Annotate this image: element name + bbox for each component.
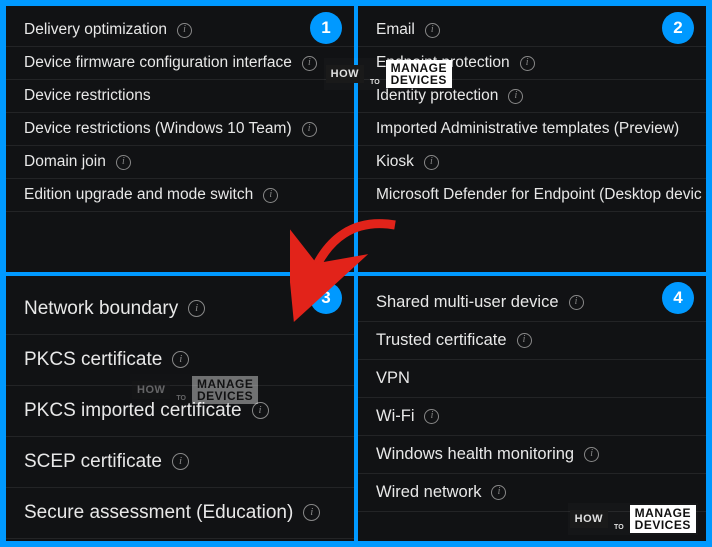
profile-type-label: Wi-Fi	[376, 407, 414, 426]
profile-type-item[interactable]: Delivery optimization i	[6, 14, 354, 47]
profile-type-item[interactable]: Device firmware configuration interface i	[6, 47, 354, 80]
info-icon[interactable]: i	[303, 504, 320, 521]
profile-type-item[interactable]: VPN	[358, 360, 706, 398]
profile-type-item[interactable]: Emaili	[358, 14, 706, 47]
profile-type-label: Delivery optimization	[24, 21, 167, 39]
profile-type-item[interactable]: Imported Administrative templates (Previ…	[358, 113, 706, 146]
profile-type-label: Edition upgrade and mode switch	[24, 186, 253, 204]
profile-type-label: Imported Administrative templates (Previ…	[376, 120, 679, 138]
profile-type-item[interactable]: Microsoft Defender for Endpoint (Desktop…	[358, 179, 706, 212]
info-icon[interactable]: i	[188, 300, 205, 317]
profile-type-item[interactable]: Device restrictions	[6, 80, 354, 113]
panel-3: Network boundaryiPKCS certificateiPKCS i…	[6, 276, 354, 542]
watermark-text: MANAGE DEVICES	[192, 376, 258, 404]
info-icon[interactable]: i	[172, 351, 189, 368]
watermark-logo: HOW TO MANAGE DEVICES	[324, 58, 454, 90]
watermark-how: HOW	[570, 510, 608, 528]
info-icon[interactable]: i	[517, 333, 532, 348]
info-icon[interactable]: i	[177, 23, 192, 38]
profile-type-label: Network boundary	[24, 298, 178, 320]
info-icon[interactable]: i	[584, 447, 599, 462]
profile-type-label: Device firmware configuration interface	[24, 54, 292, 72]
profile-type-item[interactable]: Kioski	[358, 146, 706, 179]
profile-type-label: Device restrictions	[24, 87, 151, 105]
watermark-how: HOW	[326, 65, 364, 83]
info-icon[interactable]: i	[569, 295, 584, 310]
info-icon[interactable]: i	[520, 56, 535, 71]
profile-type-label: VPN	[376, 369, 410, 388]
profile-type-item[interactable]: Windows health monitoring i	[358, 436, 706, 474]
profile-type-item[interactable]: Domain join i	[6, 146, 354, 179]
profile-type-item[interactable]: Wi-Fi i	[358, 398, 706, 436]
profile-type-label: Wired network	[376, 483, 481, 502]
info-icon[interactable]: i	[424, 155, 439, 170]
watermark-to: TO	[174, 395, 188, 402]
watermark-to: TO	[612, 524, 626, 531]
info-icon[interactable]: i	[425, 23, 440, 38]
panel-2: EmailiEndpoint protectioniIdentity prote…	[358, 6, 706, 272]
info-icon[interactable]: i	[116, 155, 131, 170]
info-icon[interactable]: i	[302, 122, 317, 137]
panel-4: Shared multi-user deviceiTrusted certifi…	[358, 276, 706, 542]
badge-3: 3	[310, 282, 342, 314]
profile-type-label: Windows health monitoring	[376, 445, 574, 464]
watermark-text: MANAGE DEVICES	[630, 505, 696, 533]
info-icon[interactable]: i	[491, 485, 506, 500]
watermark-logo: HOW TO MANAGE DEVICES	[568, 503, 698, 535]
profile-type-label: Kiosk	[376, 153, 414, 171]
watermark-how: HOW	[132, 381, 170, 399]
watermark-to: TO	[368, 79, 382, 86]
profile-type-item[interactable]: Shared multi-user device i	[358, 284, 706, 322]
profile-type-label: Secure assessment (Education)	[24, 502, 293, 524]
watermark-text: MANAGE DEVICES	[386, 60, 452, 88]
profile-type-item[interactable]: SCEP certificate i	[6, 437, 354, 488]
profile-type-label: Device restrictions (Windows 10 Team)	[24, 120, 292, 138]
panel-1: Delivery optimizationiDevice firmware co…	[6, 6, 354, 272]
profile-type-item[interactable]: Secure assessment (Education) i	[6, 488, 354, 539]
badge-2: 2	[662, 12, 694, 44]
profile-type-item[interactable]: Network boundary i	[6, 284, 354, 335]
profile-type-label: SCEP certificate	[24, 451, 162, 473]
profile-type-label: PKCS certificate	[24, 349, 162, 371]
profile-type-item[interactable]: Edition upgrade and mode switch i	[6, 179, 354, 212]
badge-4: 4	[662, 282, 694, 314]
badge-1: 1	[310, 12, 342, 44]
info-icon[interactable]: i	[302, 56, 317, 71]
profile-type-item[interactable]: Trusted certificate i	[358, 322, 706, 360]
info-icon[interactable]: i	[263, 188, 278, 203]
profile-type-label: Shared multi-user device	[376, 293, 559, 312]
profile-type-label: Email	[376, 21, 415, 39]
watermark-logo: HOW TO MANAGE DEVICES	[130, 374, 260, 406]
info-icon[interactable]: i	[172, 453, 189, 470]
info-icon[interactable]: i	[508, 89, 523, 104]
profile-type-label: Trusted certificate	[376, 331, 507, 350]
profile-type-item[interactable]: Device restrictions (Windows 10 Team) i	[6, 113, 354, 146]
profile-type-label: Microsoft Defender for Endpoint (Desktop…	[376, 186, 702, 204]
info-icon[interactable]: i	[424, 409, 439, 424]
profile-type-label: Domain join	[24, 153, 106, 171]
